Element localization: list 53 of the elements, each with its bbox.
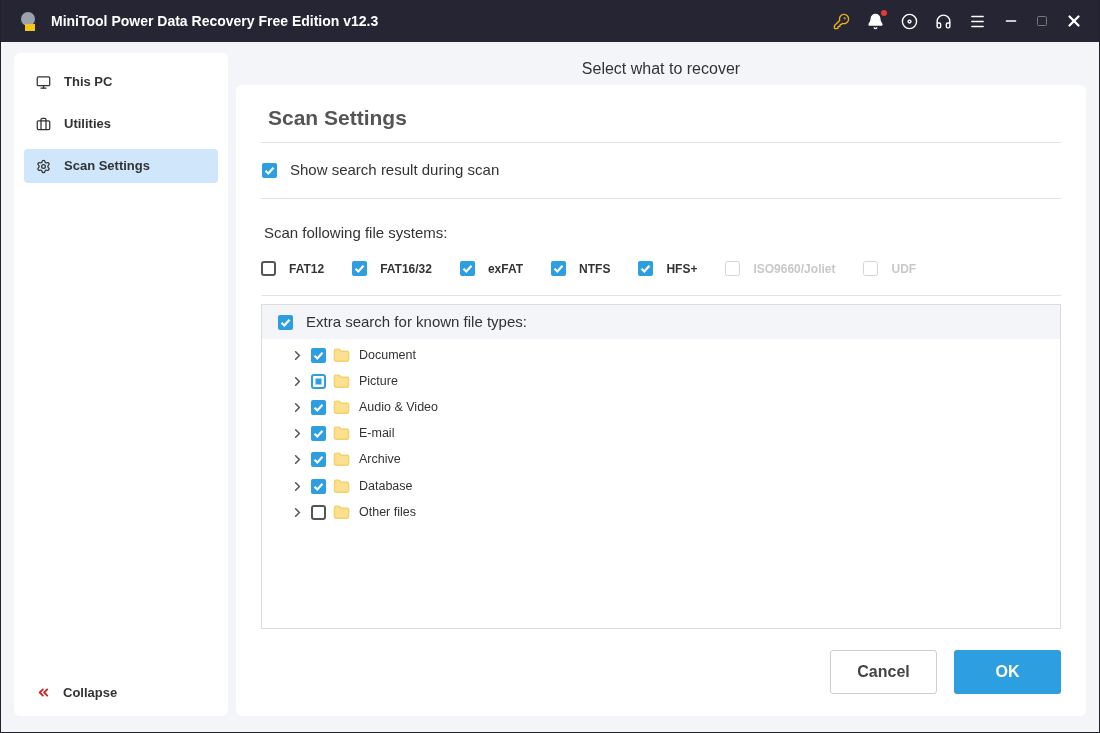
checkbox[interactable] bbox=[352, 261, 368, 276]
tree-item-label[interactable]: Database bbox=[359, 476, 413, 496]
collapse-button[interactable]: Collapse bbox=[24, 682, 218, 702]
folder-icon bbox=[333, 477, 350, 495]
page-header: Select what to recover bbox=[580, 58, 742, 79]
folder-icon bbox=[333, 503, 350, 521]
checkbox[interactable] bbox=[311, 452, 326, 468]
checkbox-label: Extra search for known file types: bbox=[306, 311, 527, 332]
folder-icon bbox=[333, 372, 350, 390]
checkbox-label: FAT12 bbox=[289, 260, 325, 278]
checkbox[interactable] bbox=[311, 399, 326, 415]
headphones-icon[interactable] bbox=[935, 12, 952, 30]
checkbox[interactable] bbox=[311, 504, 326, 520]
folder-icon bbox=[333, 451, 350, 469]
checkbox[interactable] bbox=[311, 426, 326, 442]
tree-item-label[interactable]: Archive bbox=[359, 450, 401, 470]
folder-icon bbox=[333, 346, 350, 364]
checkbox-label: exFAT bbox=[487, 260, 524, 278]
checkbox-label: FAT16/32 bbox=[380, 260, 432, 278]
tree-item-label[interactable]: Picture bbox=[359, 371, 398, 391]
briefcase-icon bbox=[36, 116, 51, 132]
close-icon[interactable] bbox=[1065, 12, 1083, 30]
window-title: MiniTool Power Data Recovery Free Edition v12.3 bbox=[51, 11, 379, 31]
settings-title: Scan Settings bbox=[261, 102, 1061, 143]
folder-icon bbox=[333, 398, 350, 416]
checkbox[interactable] bbox=[459, 261, 475, 276]
checkbox[interactable] bbox=[551, 261, 567, 276]
section-label: Scan following file systems: bbox=[264, 222, 449, 243]
sidebar-item[interactable]: Scan Settings bbox=[24, 149, 218, 183]
checkbox[interactable] bbox=[311, 373, 326, 389]
maximize-icon[interactable] bbox=[1036, 15, 1048, 27]
sidebar-item[interactable]: Utilities bbox=[24, 107, 218, 141]
checkbox[interactable] bbox=[262, 162, 277, 178]
key-icon[interactable] bbox=[833, 12, 850, 30]
tree-item-label[interactable]: Other files bbox=[359, 502, 416, 522]
cancel-button[interactable]: Cancel bbox=[830, 650, 937, 694]
disc-icon[interactable] bbox=[901, 12, 918, 30]
tree-item-label[interactable]: Document bbox=[359, 345, 416, 365]
folder-icon bbox=[333, 425, 350, 443]
monitor-icon bbox=[36, 74, 51, 90]
checkbox[interactable] bbox=[261, 261, 276, 276]
checkbox-label: NTFS bbox=[579, 260, 611, 278]
checkbox[interactable] bbox=[278, 314, 293, 330]
checkbox[interactable] bbox=[311, 478, 326, 494]
checkbox[interactable] bbox=[311, 347, 326, 363]
checkbox-label: HFS+ bbox=[666, 260, 698, 278]
tree-item-label[interactable]: Audio & Video bbox=[359, 398, 438, 417]
checkbox[interactable] bbox=[638, 261, 654, 276]
sidebar-item[interactable]: This PC bbox=[24, 65, 218, 99]
bell-icon[interactable] bbox=[867, 12, 884, 30]
gear-icon bbox=[36, 158, 51, 174]
tree-item-label[interactable]: E-mail bbox=[359, 424, 395, 444]
checkbox-label: Show search result during scan bbox=[290, 159, 500, 180]
